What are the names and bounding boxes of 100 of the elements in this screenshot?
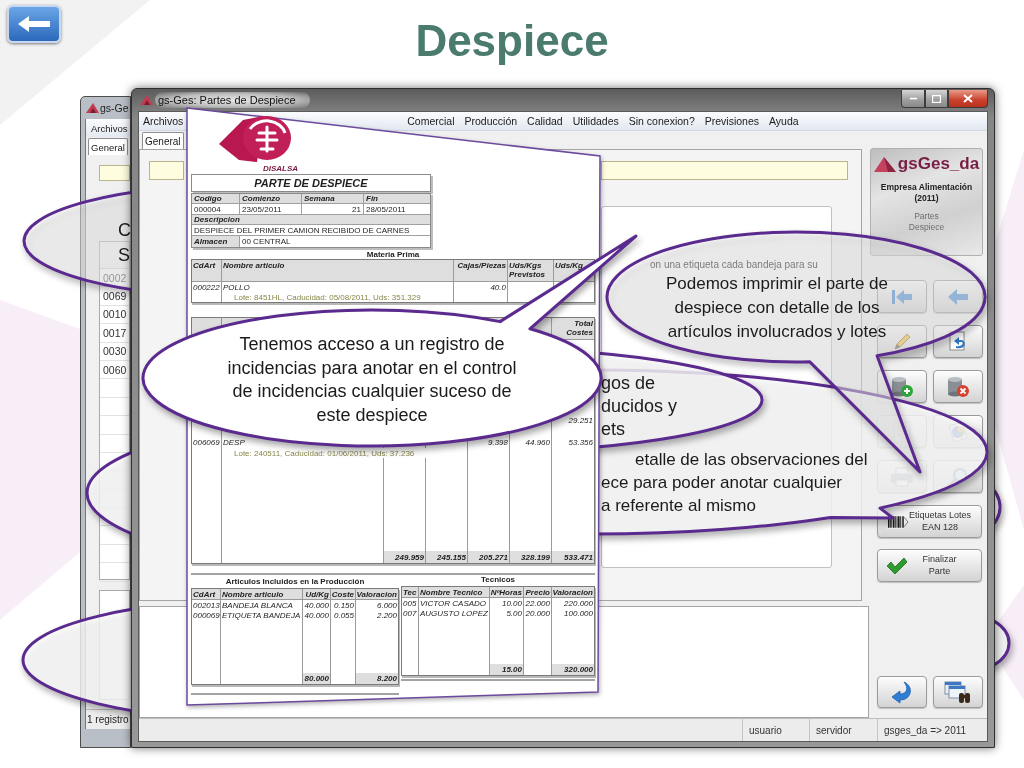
minimize-button[interactable] [901, 90, 925, 108]
tab[interactable]: General [88, 138, 128, 155]
section-title: Articulos Incluidos en la Producción [225, 577, 365, 586]
table-cell: 10.00 [490, 598, 524, 608]
menu-item[interactable]: Archivos [139, 112, 188, 130]
field-label: Almacen [192, 236, 240, 247]
menu-item[interactable]: Producción [459, 112, 523, 130]
checkmark-icon [886, 556, 908, 575]
input-field[interactable] [601, 161, 848, 180]
table-cell: 0.055 [331, 610, 356, 620]
table-cell: 000069 [192, 610, 221, 620]
column-header: Tec [402, 587, 419, 597]
column-header: Valoracion [552, 587, 594, 597]
column-header: Coste [331, 589, 356, 599]
total-cell: 80.000 [303, 673, 331, 684]
brand-name: gsGes_da [897, 154, 980, 174]
tab[interactable]: General [142, 132, 184, 149]
table-cell: AUGUSTO LOPEZ [419, 608, 490, 618]
toolbar-button[interactable]: Finalizar Parte [877, 549, 982, 582]
menu-item[interactable]: Ayuda [764, 112, 804, 130]
total-cell: 533.471 [552, 551, 594, 563]
callout-text: C S [118, 219, 131, 267]
toolbar-button[interactable] [933, 280, 983, 313]
menu-item[interactable]: Previsiones [699, 112, 765, 130]
total-cell: 245.155 [426, 551, 468, 563]
company-name: Empresa Alimentación (2011) [880, 182, 973, 205]
column-header: CdArt [192, 260, 222, 281]
field-label: Codigo [192, 194, 240, 203]
app-icon [140, 95, 153, 105]
table-cell: 44.960 [510, 437, 552, 448]
description-text: on una etiqueta cada bandeja para su [650, 259, 818, 270]
menu-item[interactable]: Sin conexion? [623, 112, 700, 130]
database-add-icon [890, 375, 914, 398]
table-cell: 40.0 [454, 282, 508, 292]
status-cell: servidor [809, 719, 877, 741]
menu-item[interactable]: Archivos [88, 119, 130, 137]
column-header: Total Costes [565, 318, 594, 339]
list-row[interactable]: 0030 [100, 342, 129, 361]
back-button[interactable] [7, 5, 61, 43]
app-icon [86, 103, 99, 113]
input-field[interactable] [99, 165, 130, 181]
total-cell: 320.000 [552, 664, 594, 675]
document-title: PARTE DE DESPIECE [191, 174, 431, 192]
callout-text: gos de ducidos y ets [601, 372, 678, 441]
toolbar-button[interactable]: Etiquetas Lotes EAN 128 [877, 505, 982, 538]
close-button[interactable] [948, 90, 988, 108]
input-field[interactable] [149, 161, 184, 180]
status-text: 1 registro [86, 709, 130, 729]
total-cell: 205.271 [468, 551, 510, 563]
return-arrow-icon [890, 680, 914, 704]
window-title: gs-Ge [100, 102, 129, 114]
maximize-button[interactable] [925, 90, 948, 108]
left-arrow-bar-icon [891, 287, 913, 306]
table-cell: BANDEJA BLANCA [221, 600, 303, 610]
table-cell-text: 6.000 [375, 600, 398, 610]
menu-item[interactable]: Utilidades [567, 112, 624, 130]
table-cell: 40.000 [303, 610, 331, 620]
left-arrow-icon [17, 15, 51, 33]
table-cell: 000222 [192, 282, 222, 292]
callout-text: Tenemos acceso a un registro de incidencias para anotar en el control de incidencias cualquier suceso de este despiece [227, 333, 517, 427]
table-cell-text: 220.000 [563, 598, 594, 608]
field-label: Semana [302, 194, 364, 203]
toolbar-button[interactable] [933, 325, 983, 358]
close-icon [963, 94, 973, 103]
list-row[interactable]: 0060 [100, 360, 129, 380]
logo-icon [217, 114, 293, 164]
table-cell-text: 29.251 [567, 415, 594, 426]
status-cell: gsges_da => 2011 [877, 719, 987, 741]
database-delete-icon [946, 375, 970, 398]
table-cell: 0.150 [331, 600, 356, 610]
field-value: DESPIECE DEL PRIMER CAMION RECIBIDO DE CARNES [193, 225, 411, 235]
table-cell: POLLO [222, 282, 454, 292]
column-header: CdArt [192, 589, 221, 599]
column-header: Precio [524, 587, 552, 597]
column-header: Valoracion [356, 589, 398, 599]
total-cell: 15.00 [490, 664, 524, 675]
module-name: Partes Despiece [908, 210, 945, 234]
toolbar-button[interactable] [933, 676, 983, 708]
section-title: Materia Prima [366, 250, 420, 259]
pencil-icon [892, 331, 912, 352]
column-header: Nombre articulo [221, 589, 303, 599]
total-cell: 328.199 [510, 551, 552, 563]
list-row[interactable]: 0069 [100, 287, 129, 306]
callout-text: Podemos imprimir el parte de despiece con detalle de los artículos involucrados y lotes [666, 273, 888, 343]
column-header: Uds/Kg [554, 260, 584, 272]
total-cell: 8.200 [356, 673, 398, 684]
window-title: gs-Ges: Partes de Despiece [155, 92, 310, 108]
field-value: 28/05/2011 [365, 204, 407, 214]
column-header: Ud/Kg [303, 589, 331, 599]
table-cell: VICTOR CASADO [419, 598, 490, 608]
list-row[interactable]: 0017 [100, 324, 129, 343]
menu-item[interactable]: Calidad [522, 112, 568, 130]
column-header: Nombre Tecnico [419, 587, 490, 597]
status-cell: usuario [742, 719, 809, 741]
column-header: Uds/Kgs Previstos [508, 260, 554, 281]
table-cell: ETIQUETA BANDEJA [221, 610, 303, 620]
list-row[interactable]: 0010 [100, 305, 129, 325]
menu-item[interactable]: Comercial [402, 112, 460, 130]
field-label: Descripcion [192, 215, 430, 224]
table-cell: 5.00 [490, 608, 524, 618]
